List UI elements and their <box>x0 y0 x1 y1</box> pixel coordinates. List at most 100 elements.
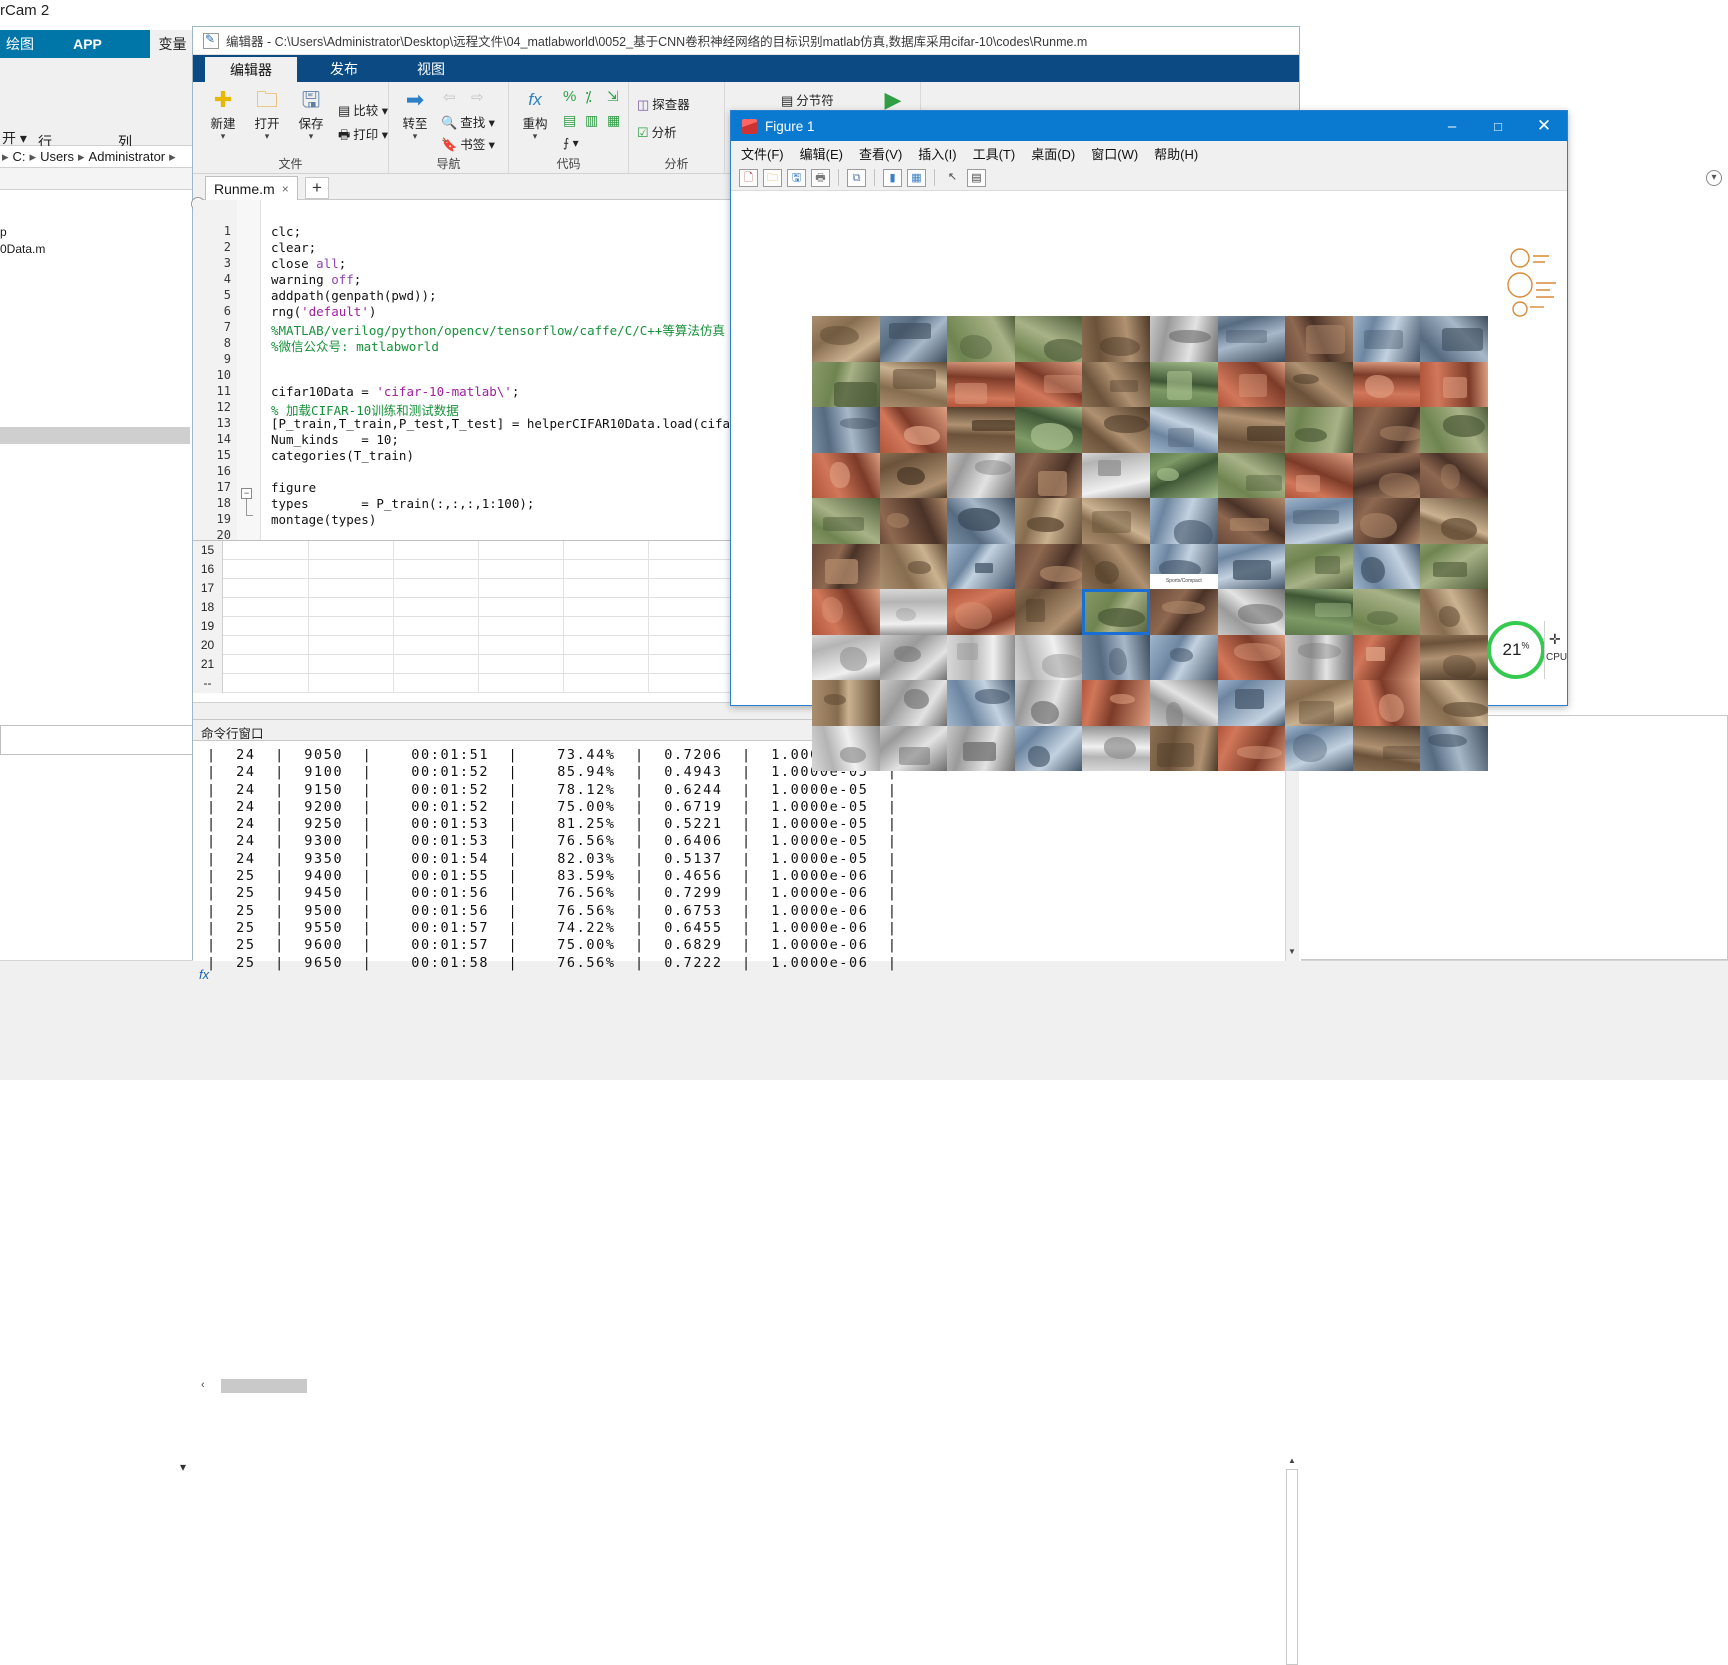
open-file-icon[interactable]: 🗀 <box>763 168 782 187</box>
smart-indent-icon[interactable]: ▥ <box>585 112 598 129</box>
chevron-down-icon[interactable]: ▾ <box>513 131 557 142</box>
scroll-up-icon[interactable]: ▲ <box>1286 1456 1298 1468</box>
montage-cell[interactable]: Sports/Compact <box>1149 543 1218 589</box>
menu-insert[interactable]: 插入(I) <box>918 144 956 163</box>
montage-cell[interactable] <box>879 543 948 589</box>
goto-button[interactable]: ➡ 转至 ▾ <box>393 88 437 142</box>
profiler-button[interactable]: ◫ 探查器 <box>637 94 690 113</box>
montage-cell[interactable] <box>1420 589 1488 635</box>
menu-window[interactable]: 窗口(W) <box>1091 144 1138 163</box>
chevron-down-icon[interactable]: ▾ <box>180 1460 186 1474</box>
table-row[interactable]: 18 <box>193 598 733 617</box>
table-row[interactable]: 16 <box>193 560 733 579</box>
montage-cell[interactable] <box>1285 407 1353 453</box>
montage-cell[interactable] <box>812 498 880 544</box>
breadcrumb[interactable]: ▸ C: ▸ Users ▸ Administrator ▸ <box>0 146 195 168</box>
montage-cell[interactable] <box>1217 725 1286 771</box>
cpu-usage-badge[interactable]: 21% <box>1487 621 1545 679</box>
montage-cell[interactable] <box>1217 543 1286 589</box>
montage-cell[interactable] <box>947 361 1015 407</box>
montage-cell[interactable] <box>1217 589 1286 635</box>
uncomment-icon[interactable]: ⁒ <box>585 88 592 106</box>
montage-cell[interactable] <box>1014 316 1083 362</box>
table-row[interactable]: 17 <box>193 579 733 598</box>
indent-icon[interactable]: ▤ <box>563 112 576 129</box>
montage-cell[interactable] <box>1217 498 1286 544</box>
montage-cell[interactable] <box>1285 725 1353 771</box>
montage-cell[interactable] <box>1352 725 1421 771</box>
montage-cell[interactable] <box>879 361 948 407</box>
montage-cell[interactable] <box>1285 634 1353 680</box>
montage-cell[interactable] <box>1082 543 1150 589</box>
chevron-down-icon[interactable]: ▾ <box>393 131 437 142</box>
scroll-left-icon[interactable]: ‹ <box>201 1379 205 1391</box>
wrap-comment-icon[interactable]: ⇲ <box>607 88 619 105</box>
montage-cell[interactable] <box>947 680 1015 726</box>
montage-cell[interactable] <box>947 589 1015 635</box>
montage-cell[interactable] <box>1149 452 1218 498</box>
montage-cell[interactable] <box>879 725 948 771</box>
montage-cell[interactable] <box>1149 634 1218 680</box>
insert-colorbar-icon[interactable]: ▮ <box>883 168 902 187</box>
montage-cell[interactable] <box>1285 498 1353 544</box>
menu-desktop[interactable]: 桌面(D) <box>1031 144 1075 163</box>
pointer-arrow-icon[interactable]: ↖ <box>943 169 962 187</box>
menu-file[interactable]: 文件(F) <box>741 144 784 163</box>
montage-cell[interactable] <box>1420 543 1488 589</box>
menu-edit[interactable]: 编辑(E) <box>800 144 843 163</box>
montage-cell[interactable] <box>1082 452 1150 498</box>
montage-cell[interactable] <box>1149 498 1218 544</box>
close-icon[interactable]: × <box>282 182 289 196</box>
montage-cell[interactable] <box>1420 407 1488 453</box>
save-figure-icon[interactable]: 🖫 <box>787 168 806 187</box>
list-item[interactable]: p <box>0 225 7 239</box>
montage-cell[interactable] <box>1082 725 1150 771</box>
section-break-button[interactable]: ▤ 分节符 <box>781 90 834 109</box>
montage-cell[interactable] <box>1014 452 1083 498</box>
montage-cell[interactable] <box>1285 680 1353 726</box>
comment-percent-icon[interactable]: % <box>563 88 576 105</box>
montage-cell[interactable] <box>1014 543 1083 589</box>
montage-cell[interactable] <box>947 452 1015 498</box>
montage-cell[interactable] <box>1014 680 1083 726</box>
find-button[interactable]: 🔍 查找 ▾ <box>441 112 495 131</box>
montage-cell[interactable] <box>1014 589 1083 635</box>
circle-caret-icon[interactable]: ▾ <box>1706 170 1722 186</box>
montage-cell[interactable] <box>879 589 948 635</box>
tab-runme-m[interactable]: Runme.m × <box>205 176 298 200</box>
montage-cell[interactable] <box>1420 361 1488 407</box>
insert-legend-icon[interactable]: ▦ <box>907 168 926 187</box>
new-tab-button[interactable]: + <box>305 177 329 199</box>
tab-variable[interactable]: 变量 <box>150 30 195 58</box>
scroll-down-icon[interactable]: ▼ <box>1286 947 1298 959</box>
montage-cell[interactable] <box>812 452 880 498</box>
montage-cell[interactable] <box>1420 316 1488 362</box>
print-button[interactable]: 🖶 打印 ▾ <box>338 124 388 148</box>
montage-cell[interactable] <box>812 361 880 407</box>
maximize-button[interactable]: □ <box>1475 111 1521 141</box>
montage-cell[interactable] <box>1285 589 1353 635</box>
function-fx-icon[interactable]: ⨍ ▾ <box>563 136 579 150</box>
command-window-vscrollbar[interactable]: ▲ ▼ <box>1285 741 1299 1665</box>
table-row[interactable]: 19 <box>193 617 733 636</box>
montage-cell[interactable] <box>1014 498 1083 544</box>
montage-cell[interactable] <box>812 725 880 771</box>
montage-cell[interactable] <box>947 543 1015 589</box>
montage-cell[interactable] <box>812 407 880 453</box>
insert-section-icon[interactable]: ▦ <box>607 112 620 129</box>
montage-cell[interactable] <box>947 725 1015 771</box>
montage-cell[interactable] <box>1420 498 1488 544</box>
montage-cell[interactable] <box>1082 680 1150 726</box>
tab-plots[interactable]: 绘图 <box>0 30 40 58</box>
montage-cell[interactable] <box>1352 589 1421 635</box>
cifar10-montage[interactable]: Sports/Compact <box>812 316 1488 771</box>
montage-cell[interactable] <box>1352 498 1421 544</box>
minimize-button[interactable]: – <box>1429 111 1475 141</box>
montage-cell[interactable] <box>1217 452 1286 498</box>
scrollbar-thumb[interactable] <box>221 1379 307 1393</box>
montage-cell[interactable] <box>1420 452 1488 498</box>
new-button[interactable]: ✚ 新建 ▾ <box>201 88 245 142</box>
scrollbar-thumb[interactable] <box>1286 1469 1298 1665</box>
montage-cell[interactable] <box>947 316 1015 362</box>
table-row[interactable]: 20 <box>193 636 733 655</box>
